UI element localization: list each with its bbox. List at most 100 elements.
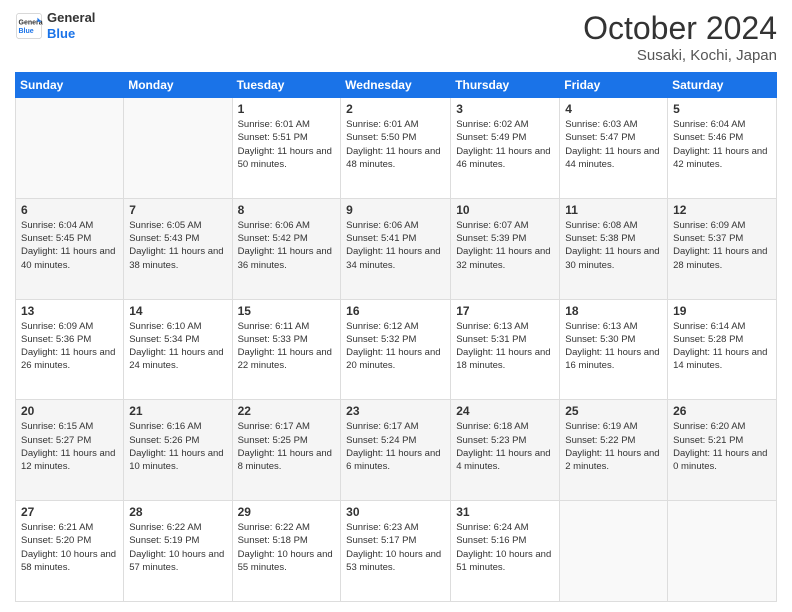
day-info: Sunrise: 6:06 AMSunset: 5:41 PMDaylight:… bbox=[346, 219, 445, 272]
day-number: 5 bbox=[673, 102, 771, 116]
day-info: Sunrise: 6:02 AMSunset: 5:49 PMDaylight:… bbox=[456, 118, 554, 171]
day-number: 8 bbox=[238, 203, 336, 217]
day-number: 3 bbox=[456, 102, 554, 116]
calendar-cell-5-7 bbox=[668, 501, 777, 602]
calendar-cell-2-5: 10 Sunrise: 6:07 AMSunset: 5:39 PMDayligh… bbox=[451, 198, 560, 299]
day-info: Sunrise: 6:07 AMSunset: 5:39 PMDaylight:… bbox=[456, 219, 554, 272]
day-info: Sunrise: 6:15 AMSunset: 5:27 PMDaylight:… bbox=[21, 420, 118, 473]
day-number: 15 bbox=[238, 304, 336, 318]
day-info: Sunrise: 6:09 AMSunset: 5:36 PMDaylight:… bbox=[21, 320, 118, 373]
day-number: 30 bbox=[346, 505, 445, 519]
calendar-cell-4-5: 24Sunrise: 6:18 AMSunset: 5:23 PMDayligh… bbox=[451, 400, 560, 501]
day-info: Sunrise: 6:08 AMSunset: 5:38 PMDaylight:… bbox=[565, 219, 662, 272]
day-info: Sunrise: 6:13 AMSunset: 5:30 PMDaylight:… bbox=[565, 320, 662, 373]
day-info: Sunrise: 6:17 AMSunset: 5:24 PMDaylight:… bbox=[346, 420, 445, 473]
calendar-cell-2-7: 12 Sunrise: 6:09 AMSunset: 5:37 PMDayligh… bbox=[668, 198, 777, 299]
day-number: 28 bbox=[129, 505, 226, 519]
day-info: Sunrise: 6:20 AMSunset: 5:21 PMDaylight:… bbox=[673, 420, 771, 473]
day-number: 27 bbox=[21, 505, 118, 519]
col-monday: Monday bbox=[124, 73, 232, 98]
day-info: Sunrise: 6:13 AMSunset: 5:31 PMDaylight:… bbox=[456, 320, 554, 373]
col-tuesday: Tuesday bbox=[232, 73, 341, 98]
calendar-cell-3-3: 15 Sunrise: 6:11 AMSunset: 5:33 PMDayligh… bbox=[232, 299, 341, 400]
day-info: Sunrise: 6:22 AMSunset: 5:18 PMDaylight:… bbox=[238, 521, 336, 574]
day-info: Sunrise: 6:01 AMSunset: 5:51 PMDaylight:… bbox=[238, 118, 336, 171]
calendar-cell-4-1: 20 Sunrise: 6:15 AMSunset: 5:27 PMDayligh… bbox=[16, 400, 124, 501]
day-number: 20 bbox=[21, 404, 118, 418]
calendar-table: Sunday Monday Tuesday Wednesday Thursday… bbox=[15, 72, 777, 602]
day-info: Sunrise: 6:18 AMSunset: 5:23 PMDaylight:… bbox=[456, 420, 554, 473]
logo-icon: General Blue bbox=[15, 12, 43, 40]
day-info: Sunrise: 6:19 AMSunset: 5:22 PMDaylight:… bbox=[565, 420, 662, 473]
logo-text-line1: General bbox=[47, 10, 95, 26]
calendar-cell-5-1: 27 Sunrise: 6:21 AMSunset: 5:20 PMDayligh… bbox=[16, 501, 124, 602]
day-number: 26 bbox=[673, 404, 771, 418]
day-info: Sunrise: 6:03 AMSunset: 5:47 PMDaylight:… bbox=[565, 118, 662, 171]
day-number: 10 bbox=[456, 203, 554, 217]
day-number: 22 bbox=[238, 404, 336, 418]
calendar-cell-1-2 bbox=[124, 98, 232, 199]
day-info: Sunrise: 6:14 AMSunset: 5:28 PMDaylight:… bbox=[673, 320, 771, 373]
day-number: 23 bbox=[346, 404, 445, 418]
header: General Blue General Blue October 2024 S… bbox=[15, 10, 777, 64]
col-saturday: Saturday bbox=[668, 73, 777, 98]
day-info: Sunrise: 6:09 AMSunset: 5:37 PMDaylight:… bbox=[673, 219, 771, 272]
location-subtitle: Susaki, Kochi, Japan bbox=[583, 47, 777, 64]
calendar-cell-1-7: 5 Sunrise: 6:04 AMSunset: 5:46 PMDaylight… bbox=[668, 98, 777, 199]
day-number: 21 bbox=[129, 404, 226, 418]
calendar-cell-2-4: 9Sunrise: 6:06 AMSunset: 5:41 PMDaylight… bbox=[341, 198, 451, 299]
day-number: 31 bbox=[456, 505, 554, 519]
day-info: Sunrise: 6:01 AMSunset: 5:50 PMDaylight:… bbox=[346, 118, 445, 171]
day-number: 25 bbox=[565, 404, 662, 418]
calendar-cell-5-3: 29 Sunrise: 6:22 AMSunset: 5:18 PMDayligh… bbox=[232, 501, 341, 602]
calendar-cell-5-2: 28 Sunrise: 6:22 AMSunset: 5:19 PMDayligh… bbox=[124, 501, 232, 602]
calendar-week-1: 1 Sunrise: 6:01 AMSunset: 5:51 PMDaylight… bbox=[16, 98, 777, 199]
logo-text-line2: Blue bbox=[47, 26, 95, 42]
day-number: 4 bbox=[565, 102, 662, 116]
day-number: 11 bbox=[565, 203, 662, 217]
title-block: October 2024 Susaki, Kochi, Japan bbox=[583, 10, 777, 64]
col-thursday: Thursday bbox=[451, 73, 560, 98]
day-info: Sunrise: 6:17 AMSunset: 5:25 PMDaylight:… bbox=[238, 420, 336, 473]
svg-text:Blue: Blue bbox=[19, 28, 34, 35]
day-info: Sunrise: 6:04 AMSunset: 5:45 PMDaylight:… bbox=[21, 219, 118, 272]
calendar-header-row: Sunday Monday Tuesday Wednesday Thursday… bbox=[16, 73, 777, 98]
calendar-cell-4-4: 23 Sunrise: 6:17 AMSunset: 5:24 PMDayligh… bbox=[341, 400, 451, 501]
calendar-cell-4-6: 25 Sunrise: 6:19 AMSunset: 5:22 PMDayligh… bbox=[560, 400, 668, 501]
calendar-cell-3-1: 13Sunrise: 6:09 AMSunset: 5:36 PMDayligh… bbox=[16, 299, 124, 400]
day-number: 19 bbox=[673, 304, 771, 318]
calendar-week-2: 6 Sunrise: 6:04 AMSunset: 5:45 PMDaylight… bbox=[16, 198, 777, 299]
calendar-cell-5-5: 31Sunrise: 6:24 AMSunset: 5:16 PMDayligh… bbox=[451, 501, 560, 602]
day-info: Sunrise: 6:22 AMSunset: 5:19 PMDaylight:… bbox=[129, 521, 226, 574]
day-info: Sunrise: 6:06 AMSunset: 5:42 PMDaylight:… bbox=[238, 219, 336, 272]
day-number: 12 bbox=[673, 203, 771, 217]
day-number: 6 bbox=[21, 203, 118, 217]
logo: General Blue General Blue bbox=[15, 10, 95, 41]
day-number: 7 bbox=[129, 203, 226, 217]
day-number: 2 bbox=[346, 102, 445, 116]
calendar-week-4: 20 Sunrise: 6:15 AMSunset: 5:27 PMDayligh… bbox=[16, 400, 777, 501]
day-number: 1 bbox=[238, 102, 336, 116]
calendar-cell-5-4: 30 Sunrise: 6:23 AMSunset: 5:17 PMDayligh… bbox=[341, 501, 451, 602]
day-number: 29 bbox=[238, 505, 336, 519]
calendar-cell-1-5: 3 Sunrise: 6:02 AMSunset: 5:49 PMDaylight… bbox=[451, 98, 560, 199]
calendar-cell-4-7: 26 Sunrise: 6:20 AMSunset: 5:21 PMDayligh… bbox=[668, 400, 777, 501]
calendar-cell-1-6: 4 Sunrise: 6:03 AMSunset: 5:47 PMDaylight… bbox=[560, 98, 668, 199]
calendar-cell-3-2: 14Sunrise: 6:10 AMSunset: 5:34 PMDayligh… bbox=[124, 299, 232, 400]
calendar-cell-5-6 bbox=[560, 501, 668, 602]
day-info: Sunrise: 6:11 AMSunset: 5:33 PMDaylight:… bbox=[238, 320, 336, 373]
calendar-cell-1-4: 2 Sunrise: 6:01 AMSunset: 5:50 PMDaylight… bbox=[341, 98, 451, 199]
calendar-week-3: 13Sunrise: 6:09 AMSunset: 5:36 PMDayligh… bbox=[16, 299, 777, 400]
day-info: Sunrise: 6:04 AMSunset: 5:46 PMDaylight:… bbox=[673, 118, 771, 171]
calendar-cell-3-4: 16Sunrise: 6:12 AMSunset: 5:32 PMDayligh… bbox=[341, 299, 451, 400]
calendar-cell-4-2: 21 Sunrise: 6:16 AMSunset: 5:26 PMDayligh… bbox=[124, 400, 232, 501]
day-info: Sunrise: 6:23 AMSunset: 5:17 PMDaylight:… bbox=[346, 521, 445, 574]
calendar-cell-3-7: 19 Sunrise: 6:14 AMSunset: 5:28 PMDayligh… bbox=[668, 299, 777, 400]
month-title: October 2024 bbox=[583, 10, 777, 47]
col-friday: Friday bbox=[560, 73, 668, 98]
day-info: Sunrise: 6:21 AMSunset: 5:20 PMDaylight:… bbox=[21, 521, 118, 574]
page-container: General Blue General Blue October 2024 S… bbox=[0, 0, 792, 612]
day-info: Sunrise: 6:05 AMSunset: 5:43 PMDaylight:… bbox=[129, 219, 226, 272]
col-wednesday: Wednesday bbox=[341, 73, 451, 98]
day-info: Sunrise: 6:16 AMSunset: 5:26 PMDaylight:… bbox=[129, 420, 226, 473]
